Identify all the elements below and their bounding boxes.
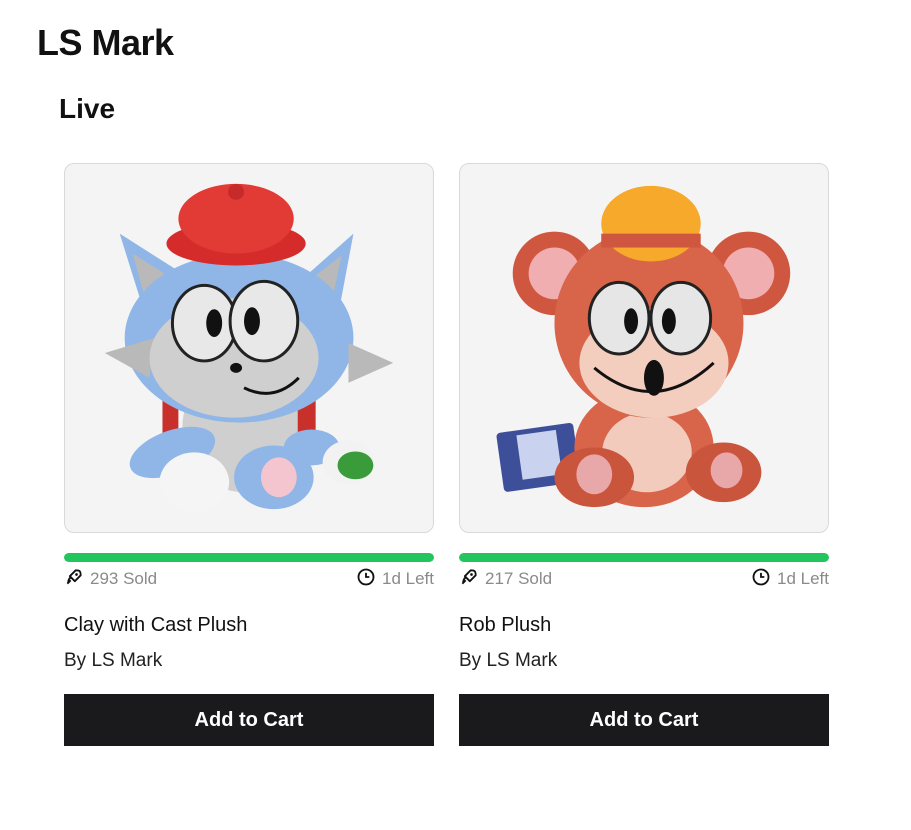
product-image-clay[interactable] (64, 163, 434, 533)
product-card-clay[interactable]: 293 Sold 1d Left Clay with Cast Plush By… (64, 163, 434, 746)
sold-progress-bar (459, 553, 829, 562)
sold-progress-fill (459, 553, 829, 562)
rocket-icon (459, 567, 479, 592)
time-left: 1d Left (777, 569, 829, 588)
sold-stat: 217 Sold (459, 567, 552, 592)
add-to-cart-button[interactable]: Add to Cart (64, 694, 434, 746)
product-creator[interactable]: By LS Mark (459, 650, 829, 674)
product-image-rob[interactable] (459, 163, 829, 533)
sold-count: 293 Sold (90, 569, 158, 588)
time-left-stat: 1d Left (751, 567, 829, 592)
blue-cat-plush-image (104, 183, 394, 513)
product-card-rob[interactable]: 217 Sold 1d Left Rob Plush By LS Mark Ad… (459, 163, 829, 746)
sold-progress-bar (64, 553, 434, 562)
section-title-live: Live (59, 93, 116, 124)
product-name[interactable]: Rob Plush (459, 614, 829, 638)
time-left: 1d Left (382, 569, 434, 588)
sold-count: 217 Sold (485, 569, 553, 588)
product-creator[interactable]: By LS Mark (64, 650, 434, 674)
clock-icon (356, 567, 376, 592)
add-to-cart-button[interactable]: Add to Cart (459, 694, 829, 746)
sold-progress-fill (64, 553, 434, 562)
sold-stat: 293 Sold (64, 567, 157, 592)
rocket-icon (64, 567, 84, 592)
clock-icon (751, 567, 771, 592)
time-left-stat: 1d Left (356, 567, 434, 592)
product-stats: 217 Sold 1d Left (459, 568, 829, 590)
store-title: LS Mark (37, 22, 174, 63)
product-name[interactable]: Clay with Cast Plush (64, 614, 434, 638)
orange-bear-plush-image (496, 185, 791, 508)
product-stats: 293 Sold 1d Left (64, 568, 434, 590)
